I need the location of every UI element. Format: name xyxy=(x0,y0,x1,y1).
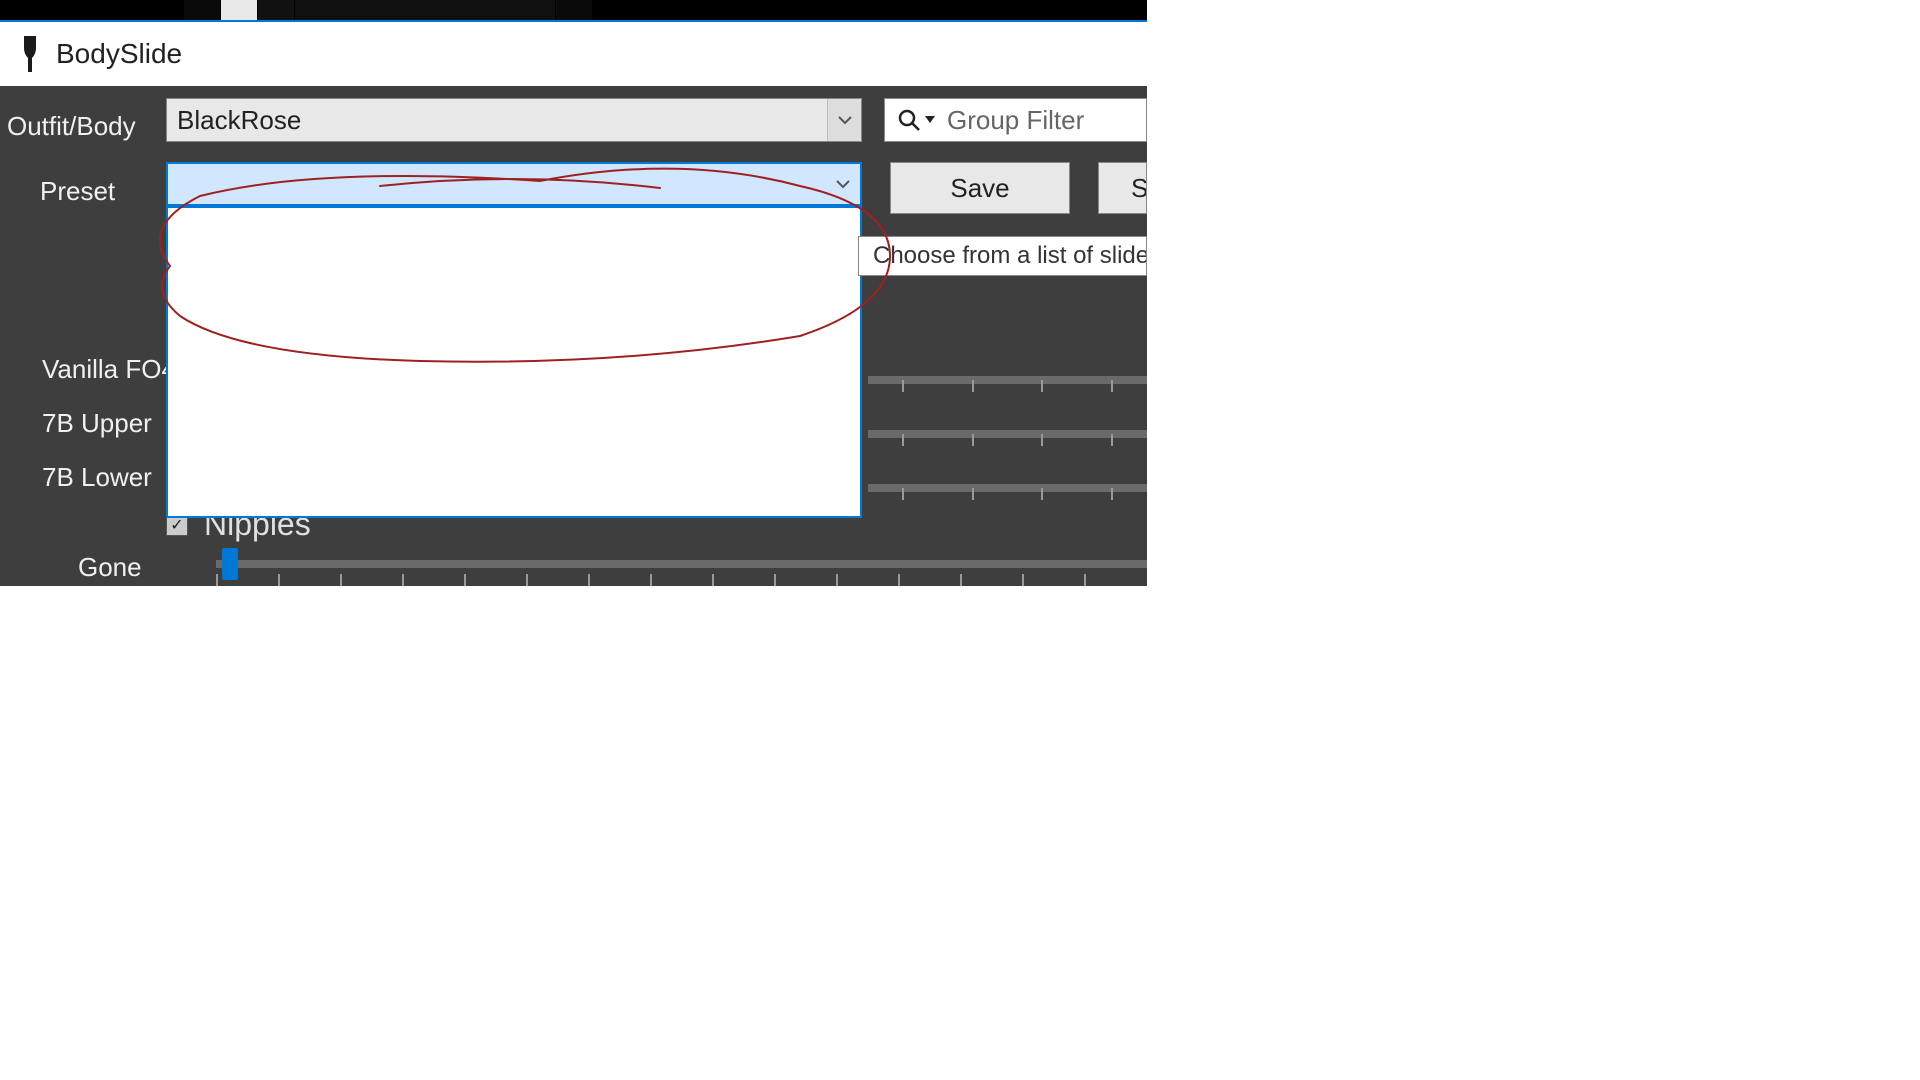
outfit-body-label: Outfit/Body xyxy=(0,111,160,142)
thumbnail[interactable] xyxy=(556,0,592,20)
group-filter-input[interactable]: Group Filter xyxy=(884,98,1147,142)
preset-label: Preset xyxy=(40,176,115,207)
thumbnail[interactable] xyxy=(258,0,294,20)
slider-label: 7B Lower xyxy=(42,450,176,504)
tooltip: Choose from a list of slide xyxy=(858,236,1147,276)
gone-slider-track[interactable] xyxy=(216,560,1147,568)
thumbnail-strip xyxy=(0,0,1147,20)
group-filter-placeholder: Group Filter xyxy=(947,105,1084,136)
search-icon xyxy=(897,108,921,132)
preset-dropdown-list[interactable] xyxy=(166,206,862,518)
save-as-button[interactable]: S xyxy=(1098,162,1147,214)
app-icon xyxy=(18,34,42,74)
slider-label: Vanilla FO4 xyxy=(42,342,176,396)
gone-slider-label: Gone xyxy=(78,552,142,583)
preset-combo[interactable] xyxy=(166,162,862,206)
chevron-down-icon[interactable] xyxy=(827,99,861,141)
thumbnail[interactable] xyxy=(184,0,220,20)
title-bar: BodySlide xyxy=(0,22,1290,86)
outfit-body-combo[interactable]: BlackRose xyxy=(166,98,862,142)
slider-ticks xyxy=(868,434,1147,446)
app-title: BodySlide xyxy=(56,38,182,70)
dropdown-arrow-icon xyxy=(925,111,947,129)
slider-ticks xyxy=(868,488,1147,500)
thumbnail[interactable] xyxy=(295,0,555,20)
slider-labels: Vanilla FO4 7B Upper 7B Lower xyxy=(42,342,176,504)
slider-label: 7B Upper xyxy=(42,396,176,450)
outfit-body-value: BlackRose xyxy=(167,105,827,136)
main-panel: Outfit/Body BlackRose Group Filter Prese… xyxy=(0,86,1147,586)
chevron-down-icon[interactable] xyxy=(826,164,860,204)
slider-ticks xyxy=(216,574,1147,586)
thumbnail-active[interactable] xyxy=(221,0,257,20)
slider-ticks xyxy=(868,380,1147,392)
save-button[interactable]: Save xyxy=(890,162,1070,214)
